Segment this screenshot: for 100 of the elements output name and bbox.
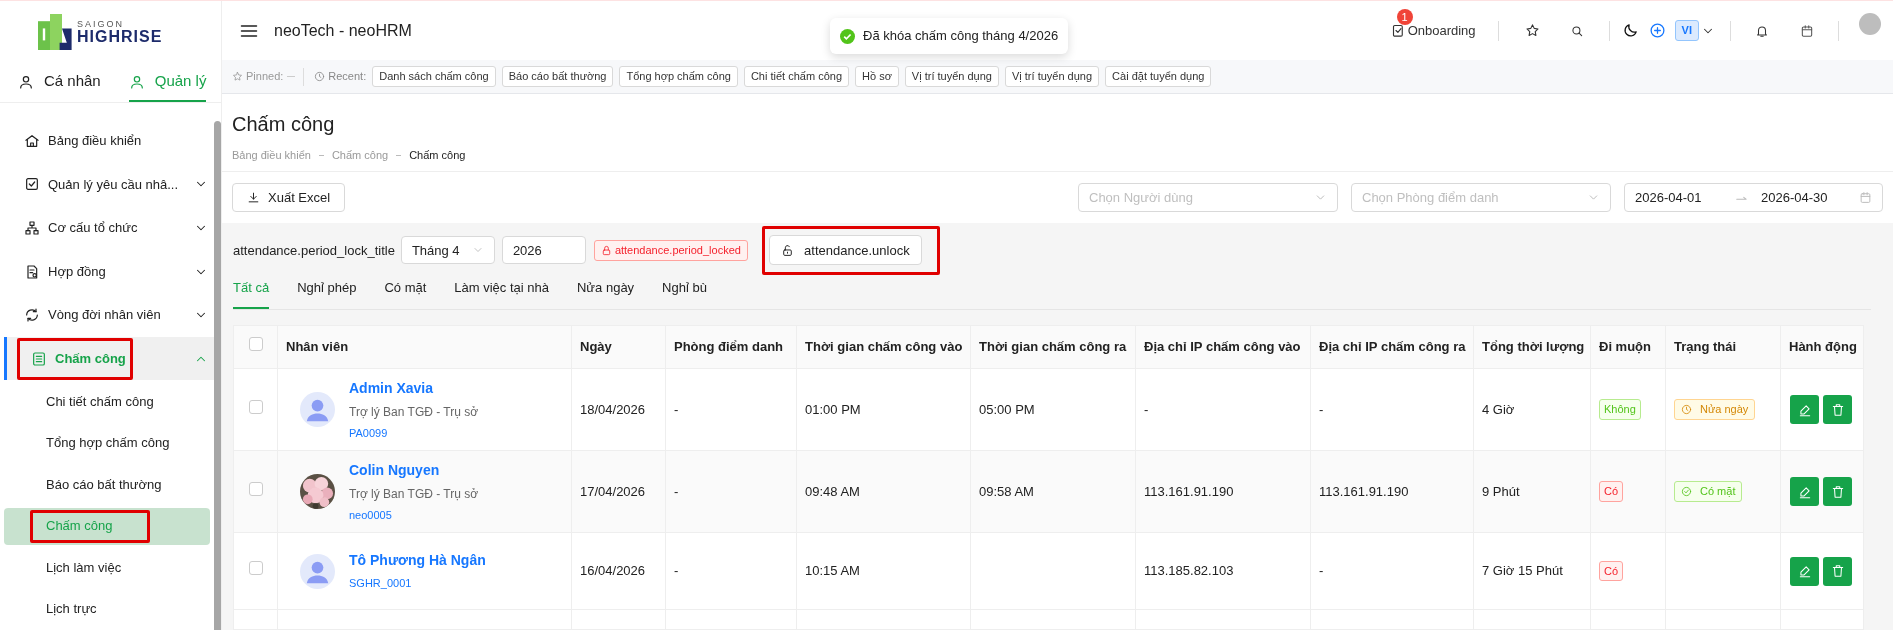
checkbox[interactable]	[248, 481, 263, 496]
recent-chip[interactable]: Chi tiết chấm công	[743, 66, 849, 87]
lock-icon	[600, 244, 612, 256]
scrollbar[interactable]	[214, 121, 221, 630]
star-icon[interactable]	[1524, 23, 1540, 38]
calendar-icon[interactable]	[1800, 23, 1814, 38]
sidebar-tab[interactable]: Cá nhân	[18, 63, 101, 102]
cycle-icon	[24, 307, 40, 324]
employee-code: SGHR_0001	[349, 576, 413, 592]
sidebar-item[interactable]: Cơ cấu tổ chức	[0, 206, 215, 250]
period-lock-title: attendance.period_lock_title	[233, 241, 395, 260]
export-button[interactable]: Xuất Excel	[232, 183, 346, 212]
column-header: Thời gian chấm công ra	[970, 325, 1136, 369]
recent-chip[interactable]: Vị trí tuyển dụng	[904, 66, 999, 87]
column-header: Địa chỉ IP chấm công ra	[1310, 325, 1474, 369]
table-cell: 09:48 AM	[796, 450, 971, 533]
list-icon	[31, 350, 47, 367]
trash-icon	[1830, 564, 1845, 578]
employee-position: Trợ lý Ban TGĐ - Trụ sở	[349, 485, 479, 503]
filter-tab[interactable]: Làm việc tại nhà	[454, 267, 549, 309]
table-cell: 01:00 PM	[796, 368, 971, 451]
employee-name[interactable]: Admin Xavia	[349, 377, 479, 399]
column-header: Tổng thời lượng	[1473, 325, 1591, 369]
checkbox[interactable]	[248, 399, 263, 414]
calendar-icon	[1859, 191, 1872, 204]
table-cell: 05:00 PM	[970, 368, 1136, 451]
table-cell: -	[665, 368, 797, 451]
unlock-button[interactable]: attendance.unlock	[768, 235, 922, 266]
avatar-icon	[300, 553, 335, 589]
moon-icon[interactable]	[1621, 22, 1639, 39]
unlock-icon	[781, 243, 795, 257]
onboarding-button[interactable]: Onboarding 1	[1390, 8, 1476, 41]
clock-icon	[314, 71, 326, 82]
column-header: Hành động	[1780, 325, 1864, 369]
table-cell: -	[1310, 368, 1474, 451]
pinned-label: Pinned:	[246, 69, 284, 85]
table-cell: 113.161.91.190	[1310, 450, 1474, 533]
recent-chip[interactable]: Danh sách chấm công	[372, 66, 496, 87]
search-icon[interactable]	[1569, 23, 1584, 38]
table-cell: 113.185.82.103	[1135, 532, 1311, 610]
edit-button[interactable]	[1790, 395, 1819, 424]
table-cell: -	[665, 450, 797, 533]
table-cell: 16/04/2026	[571, 532, 666, 610]
trash-icon	[1830, 402, 1845, 417]
edit-button[interactable]	[1790, 556, 1819, 586]
checkbox[interactable]	[248, 561, 263, 576]
sidebar-subitem[interactable]: Lịch làm việc	[4, 549, 211, 587]
recent-chip[interactable]: Báo cáo bất thường	[501, 66, 614, 87]
home-icon	[24, 132, 40, 149]
table-cell: 17/04/2026	[571, 450, 666, 533]
column-header: Ngày	[571, 325, 666, 369]
date-range-field[interactable]: 2026-04-01 2026-04-30	[1624, 183, 1883, 212]
pen-icon	[1797, 564, 1812, 578]
employee-code: PA0099	[349, 425, 389, 441]
filter-tab[interactable]: Nửa ngày	[577, 267, 635, 309]
bell-icon[interactable]	[1755, 23, 1769, 38]
column-header: Trạng thái	[1665, 325, 1781, 369]
late-tag: Có	[1599, 481, 1624, 502]
table-cell: -	[1135, 368, 1311, 451]
download-icon	[247, 191, 260, 204]
filter-tab[interactable]: Nghỉ bù	[662, 267, 707, 309]
delete-button[interactable]	[1823, 477, 1852, 506]
status-tag: Nửa ngày	[1674, 398, 1756, 420]
checkbox[interactable]	[248, 337, 263, 352]
edit-button[interactable]	[1790, 477, 1819, 506]
recent-chip[interactable]: Cài đặt tuyển dụng	[1105, 66, 1212, 87]
check-circle-icon	[1681, 485, 1692, 497]
sidebar-item[interactable]: Hợp đồng	[0, 249, 215, 294]
employee-name[interactable]: Colin Nguyen	[349, 459, 479, 481]
sidebar-subitem[interactable]: Tổng hợp chấm công	[4, 424, 211, 462]
add-icon[interactable]	[1648, 22, 1666, 39]
filter-tab[interactable]: Có mặt	[384, 267, 427, 309]
filter-tab[interactable]: Nghỉ phép	[297, 267, 357, 309]
sidebar-item[interactable]: Quản lý yêu cầu nhâ...	[0, 162, 215, 207]
sidebar-subitem[interactable]: Báo cáo bất thường	[4, 465, 211, 503]
clock-icon	[1681, 403, 1692, 415]
recent-chip[interactable]: Vị trí tuyển dụng	[1004, 66, 1100, 87]
year-field[interactable]: 2026	[501, 236, 586, 265]
employee-name[interactable]: Tô Phương Hà Ngân	[349, 550, 486, 572]
month-select[interactable]: Tháng 4	[400, 236, 495, 265]
employee-position: Trợ lý Ban TGĐ - Trụ sở	[349, 403, 479, 421]
recent-chip[interactable]: Tổng hợp chấm công	[619, 66, 738, 87]
column-header: Địa chỉ IP chấm công vào	[1135, 325, 1311, 369]
column-header: Nhân viên	[277, 325, 572, 369]
sidebar-item[interactable]: Vòng đời nhân viên	[0, 293, 215, 337]
sidebar-subitem[interactable]: Chi tiết chấm công	[4, 382, 211, 420]
delete-button[interactable]	[1823, 395, 1852, 424]
delete-button[interactable]	[1823, 556, 1852, 586]
breadcrumb-item: Chấm công	[409, 148, 466, 163]
column-header: Phòng điểm danh	[665, 325, 797, 369]
logo-text: SAIGON	[77, 19, 125, 29]
recent-chip[interactable]: Hồ sơ	[855, 66, 899, 87]
table-cell: 18/04/2026	[571, 368, 666, 451]
star-icon	[232, 71, 243, 82]
hierarchy-icon	[24, 219, 40, 236]
sidebar-subitem[interactable]: Lịch trực	[4, 590, 211, 628]
avatar[interactable]	[1859, 12, 1881, 35]
sidebar-item[interactable]: Bảng điều khiển	[0, 119, 215, 163]
locked-status-tag: attendance.period_locked	[593, 239, 748, 261]
late-tag: Có	[1599, 560, 1624, 582]
